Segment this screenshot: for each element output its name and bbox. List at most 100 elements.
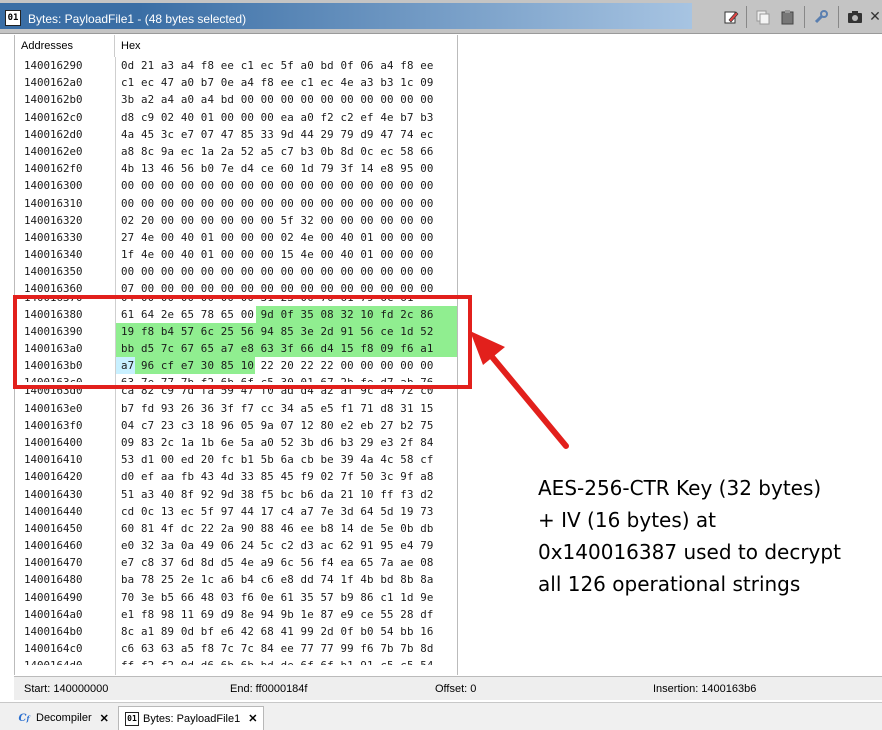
hex-row[interactable]: 140016460 e0 32 3a 0a 49 06 24 5c c2 d3 a… xyxy=(15,537,457,554)
row-hex-bytes[interactable]: 8c a1 89 0d bf e6 42 68 41 99 2d 0f b0 5… xyxy=(121,623,434,640)
row-hex-bytes[interactable]: 0d 21 a3 a4 f8 ee c1 ec 5f a0 bd 0f 06 a… xyxy=(121,57,434,74)
hex-row[interactable]: 140016400 09 83 2c 1a 1b 6e 5a a0 52 3b d… xyxy=(15,434,457,451)
row-address[interactable]: 140016300 xyxy=(24,177,83,194)
row-address[interactable]: 1400162c0 xyxy=(24,109,83,126)
close-icon[interactable]: ✕ xyxy=(100,712,109,725)
hex-row[interactable]: 1400163e0 b7 fd 93 26 36 3f f7 cc 34 a5 e… xyxy=(15,400,457,417)
row-address[interactable]: 140016440 xyxy=(24,503,83,520)
row-address[interactable]: 140016340 xyxy=(24,246,83,263)
row-address[interactable]: 140016480 xyxy=(24,571,83,588)
row-hex-bytes[interactable]: 4a 45 3c e7 07 47 85 33 9d 44 29 79 d9 4… xyxy=(121,126,434,143)
paste-icon[interactable] xyxy=(776,6,798,28)
row-address[interactable]: 140016420 xyxy=(24,468,83,485)
row-address[interactable]: 1400162a0 xyxy=(24,74,83,91)
row-hex-bytes[interactable]: ff f2 f2 0d d6 6b 6b bd de 6f 6f b1 91 c… xyxy=(121,657,434,665)
row-hex-bytes[interactable]: 09 83 2c 1a 1b 6e 5a a0 52 3b d6 b3 29 e… xyxy=(121,434,434,451)
row-address[interactable]: 1400164a0 xyxy=(24,606,83,623)
row-hex-bytes[interactable]: ba 78 25 2e 1c a6 b4 c6 e8 dd 74 1f 4b b… xyxy=(121,571,434,588)
hex-row[interactable]: 1400162a0 c1 ec 47 a0 b7 0e a4 f8 ee c1 e… xyxy=(15,74,457,91)
hex-row[interactable]: 140016470 e7 c8 37 6d 8d d5 4e a9 6c 56 f… xyxy=(15,554,457,571)
row-hex-bytes[interactable]: 27 4e 00 40 01 00 00 00 02 4e 00 40 01 0… xyxy=(121,229,434,246)
row-hex-bytes[interactable]: 02 20 00 00 00 00 00 00 5f 32 00 00 00 0… xyxy=(121,212,434,229)
row-hex-bytes[interactable]: b7 fd 93 26 36 3f f7 cc 34 a5 e5 f1 71 d… xyxy=(121,400,434,417)
row-hex-bytes[interactable]: e7 c8 37 6d 8d d5 4e a9 6c 56 f4 ea 65 7… xyxy=(121,554,434,571)
hex-row[interactable]: 140016440 cd 0c 13 ec 5f 97 44 17 c4 a7 7… xyxy=(15,503,457,520)
row-address[interactable]: 1400162b0 xyxy=(24,91,83,108)
hex-row[interactable]: 140016290 0d 21 a3 a4 f8 ee c1 ec 5f a0 b… xyxy=(15,57,457,74)
settings-wrench-icon[interactable] xyxy=(810,6,832,28)
row-address[interactable]: 1400162f0 xyxy=(24,160,83,177)
close-icon[interactable]: ✕ xyxy=(864,6,882,28)
row-address[interactable]: 140016410 xyxy=(24,451,83,468)
row-hex-bytes[interactable]: 51 a3 40 8f 92 9d 38 f5 bc b6 da 21 10 f… xyxy=(121,486,434,503)
row-address[interactable]: 140016350 xyxy=(24,263,83,280)
tab-bytes-payloadfile1[interactable]: 01 Bytes: PayloadFile1 ✕ xyxy=(118,706,265,730)
row-address[interactable]: 1400163f0 xyxy=(24,417,83,434)
hex-row[interactable]: 140016420 d0 ef aa fb 43 4d 33 85 45 f9 0… xyxy=(15,468,457,485)
tab-decompiler[interactable]: Cf Decompiler ✕ xyxy=(16,706,109,730)
row-hex-bytes[interactable]: 00 00 00 00 00 00 00 00 00 00 00 00 00 0… xyxy=(121,195,434,212)
hex-row[interactable]: 140016330 27 4e 00 40 01 00 00 00 02 4e 0… xyxy=(15,229,457,246)
status-end: End: ff0000184f xyxy=(230,683,308,695)
row-hex-bytes[interactable]: 3b a2 a4 a0 a4 bd 00 00 00 00 00 00 00 0… xyxy=(121,91,434,108)
row-address[interactable]: 140016490 xyxy=(24,589,83,606)
row-address[interactable]: 140016400 xyxy=(24,434,83,451)
row-hex-bytes[interactable]: 00 00 00 00 00 00 00 00 00 00 00 00 00 0… xyxy=(121,263,434,280)
hex-row[interactable]: 1400162e0 a8 8c 9a ec 1a 2a 52 a5 c7 b3 0… xyxy=(15,143,457,160)
hex-row[interactable]: 1400164d0 ff f2 f2 0d d6 6b 6b bd de 6f 6… xyxy=(15,657,457,665)
row-address[interactable]: 1400164b0 xyxy=(24,623,83,640)
row-hex-bytes[interactable]: 00 00 00 00 00 00 00 00 00 00 00 00 00 0… xyxy=(121,177,434,194)
row-address[interactable]: 140016450 xyxy=(24,520,83,537)
row-hex-bytes[interactable]: e0 32 3a 0a 49 06 24 5c c2 d3 ac 62 91 9… xyxy=(121,537,434,554)
row-hex-bytes[interactable]: 1f 4e 00 40 01 00 00 00 15 4e 00 40 01 0… xyxy=(121,246,434,263)
row-hex-bytes[interactable]: 60 81 4f dc 22 2a 90 88 46 ee b8 14 de 5… xyxy=(121,520,434,537)
hex-row[interactable]: 140016480 ba 78 25 2e 1c a6 b4 c6 e8 dd 7… xyxy=(15,571,457,588)
row-address[interactable]: 1400163e0 xyxy=(24,400,83,417)
hex-row[interactable]: 1400163f0 04 c7 23 c3 18 96 05 9a 07 12 8… xyxy=(15,417,457,434)
addresses-column-header: Addresses xyxy=(15,35,115,57)
snapshot-icon[interactable] xyxy=(844,6,866,28)
hex-row[interactable]: 1400164b0 8c a1 89 0d bf e6 42 68 41 99 2… xyxy=(15,623,457,640)
hex-row[interactable]: 1400162b0 3b a2 a4 a0 a4 bd 00 00 00 00 0… xyxy=(15,91,457,108)
row-hex-bytes[interactable]: a8 8c 9a ec 1a 2a 52 a5 c7 b3 0b 8d 0c e… xyxy=(121,143,434,160)
hex-row[interactable]: 140016450 60 81 4f dc 22 2a 90 88 46 ee b… xyxy=(15,520,457,537)
window-tab[interactable]: 01 Bytes: PayloadFile1 - (48 bytes selec… xyxy=(0,3,692,29)
hex-row[interactable]: 1400162d0 4a 45 3c e7 07 47 85 33 9d 44 2… xyxy=(15,126,457,143)
hex-row[interactable]: 140016320 02 20 00 00 00 00 00 00 5f 32 0… xyxy=(15,212,457,229)
row-hex-bytes[interactable]: 4b 13 46 56 b0 7e d4 ce 60 1d 79 3f 14 e… xyxy=(121,160,434,177)
hex-row[interactable]: 1400162c0 d8 c9 02 40 01 00 00 00 ea a0 f… xyxy=(15,109,457,126)
row-hex-bytes[interactable]: e1 f8 98 11 69 d9 8e 94 9b 1e 87 e9 ce 5… xyxy=(121,606,434,623)
row-hex-bytes[interactable]: 53 d1 00 ed 20 fc b1 5b 6a cb be 39 4a 4… xyxy=(121,451,434,468)
hex-row[interactable]: 140016350 00 00 00 00 00 00 00 00 00 00 0… xyxy=(15,263,457,280)
copy-icon[interactable] xyxy=(752,6,774,28)
row-hex-bytes[interactable]: c1 ec 47 a0 b7 0e a4 f8 ee c1 ec 4e a3 b… xyxy=(121,74,434,91)
hex-row[interactable]: 140016310 00 00 00 00 00 00 00 00 00 00 0… xyxy=(15,195,457,212)
hex-row[interactable]: 1400164c0 c6 63 63 a5 f8 7c 7c 84 ee 77 7… xyxy=(15,640,457,657)
hex-row[interactable]: 1400162f0 4b 13 46 56 b0 7e d4 ce 60 1d 7… xyxy=(15,160,457,177)
hex-row[interactable]: 140016430 51 a3 40 8f 92 9d 38 f5 bc b6 d… xyxy=(15,486,457,503)
row-address[interactable]: 140016290 xyxy=(24,57,83,74)
close-icon[interactable]: ✕ xyxy=(248,712,257,725)
row-address[interactable]: 1400162e0 xyxy=(24,143,83,160)
row-address[interactable]: 1400164c0 xyxy=(24,640,83,657)
row-hex-bytes[interactable]: d0 ef aa fb 43 4d 33 85 45 f9 02 7f 50 3… xyxy=(121,468,434,485)
row-address[interactable]: 140016330 xyxy=(24,229,83,246)
row-address[interactable]: 140016310 xyxy=(24,195,83,212)
row-hex-bytes[interactable]: d8 c9 02 40 01 00 00 00 ea a0 f2 c2 ef 4… xyxy=(121,109,434,126)
edit-bytes-icon[interactable] xyxy=(720,6,742,28)
row-hex-bytes[interactable]: c6 63 63 a5 f8 7c 7c 84 ee 77 77 99 f6 7… xyxy=(121,640,434,657)
row-address[interactable]: 1400164d0 xyxy=(24,657,83,665)
row-hex-bytes[interactable]: 70 3e b5 66 48 03 f6 0e 61 35 57 b9 86 c… xyxy=(121,589,434,606)
hex-row[interactable]: 140016410 53 d1 00 ed 20 fc b1 5b 6a cb b… xyxy=(15,451,457,468)
row-address[interactable]: 1400162d0 xyxy=(24,126,83,143)
row-address[interactable]: 140016320 xyxy=(24,212,83,229)
row-hex-bytes[interactable]: 04 c7 23 c3 18 96 05 9a 07 12 80 e2 eb 2… xyxy=(121,417,434,434)
hex-row[interactable]: 140016490 70 3e b5 66 48 03 f6 0e 61 35 5… xyxy=(15,589,457,606)
row-hex-bytes[interactable]: cd 0c 13 ec 5f 97 44 17 c4 a7 7e 3d 64 5… xyxy=(121,503,434,520)
hex-row[interactable]: 1400164a0 e1 f8 98 11 69 d9 8e 94 9b 1e 8… xyxy=(15,606,457,623)
hex-row[interactable]: 140016300 00 00 00 00 00 00 00 00 00 00 0… xyxy=(15,177,457,194)
row-address[interactable]: 140016430 xyxy=(24,486,83,503)
hex-row[interactable]: 140016340 1f 4e 00 40 01 00 00 00 15 4e 0… xyxy=(15,246,457,263)
row-address[interactable]: 140016470 xyxy=(24,554,83,571)
row-address[interactable]: 140016460 xyxy=(24,537,83,554)
